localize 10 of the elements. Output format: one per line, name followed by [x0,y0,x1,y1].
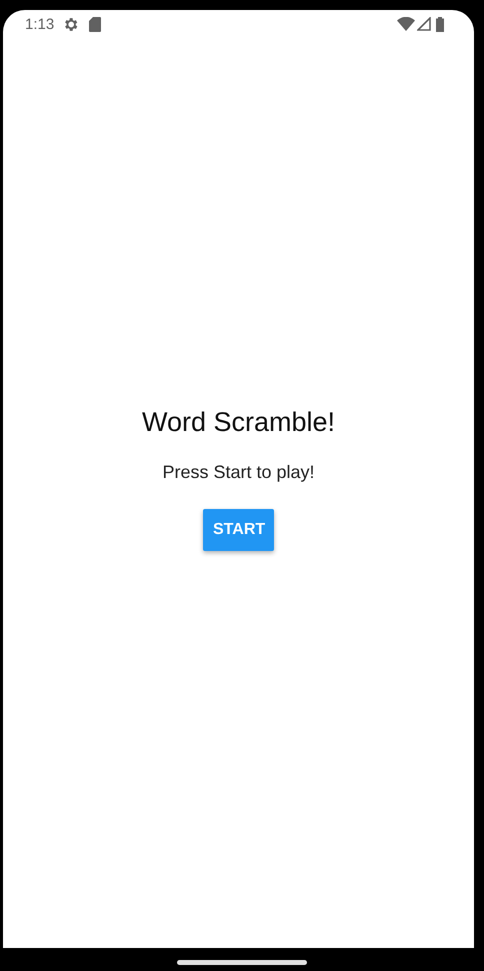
battery-icon [436,16,444,32]
wifi-icon [397,17,415,31]
home-indicator[interactable] [177,960,307,965]
gear-icon [62,16,80,32]
sd-card-icon [89,16,102,32]
instruction-text: Press Start to play! [162,462,315,484]
game-title: Word Scramble! [142,406,336,438]
start-button[interactable]: START [203,508,274,551]
status-time: 1:13 [25,16,54,32]
signal-icon [417,17,431,31]
